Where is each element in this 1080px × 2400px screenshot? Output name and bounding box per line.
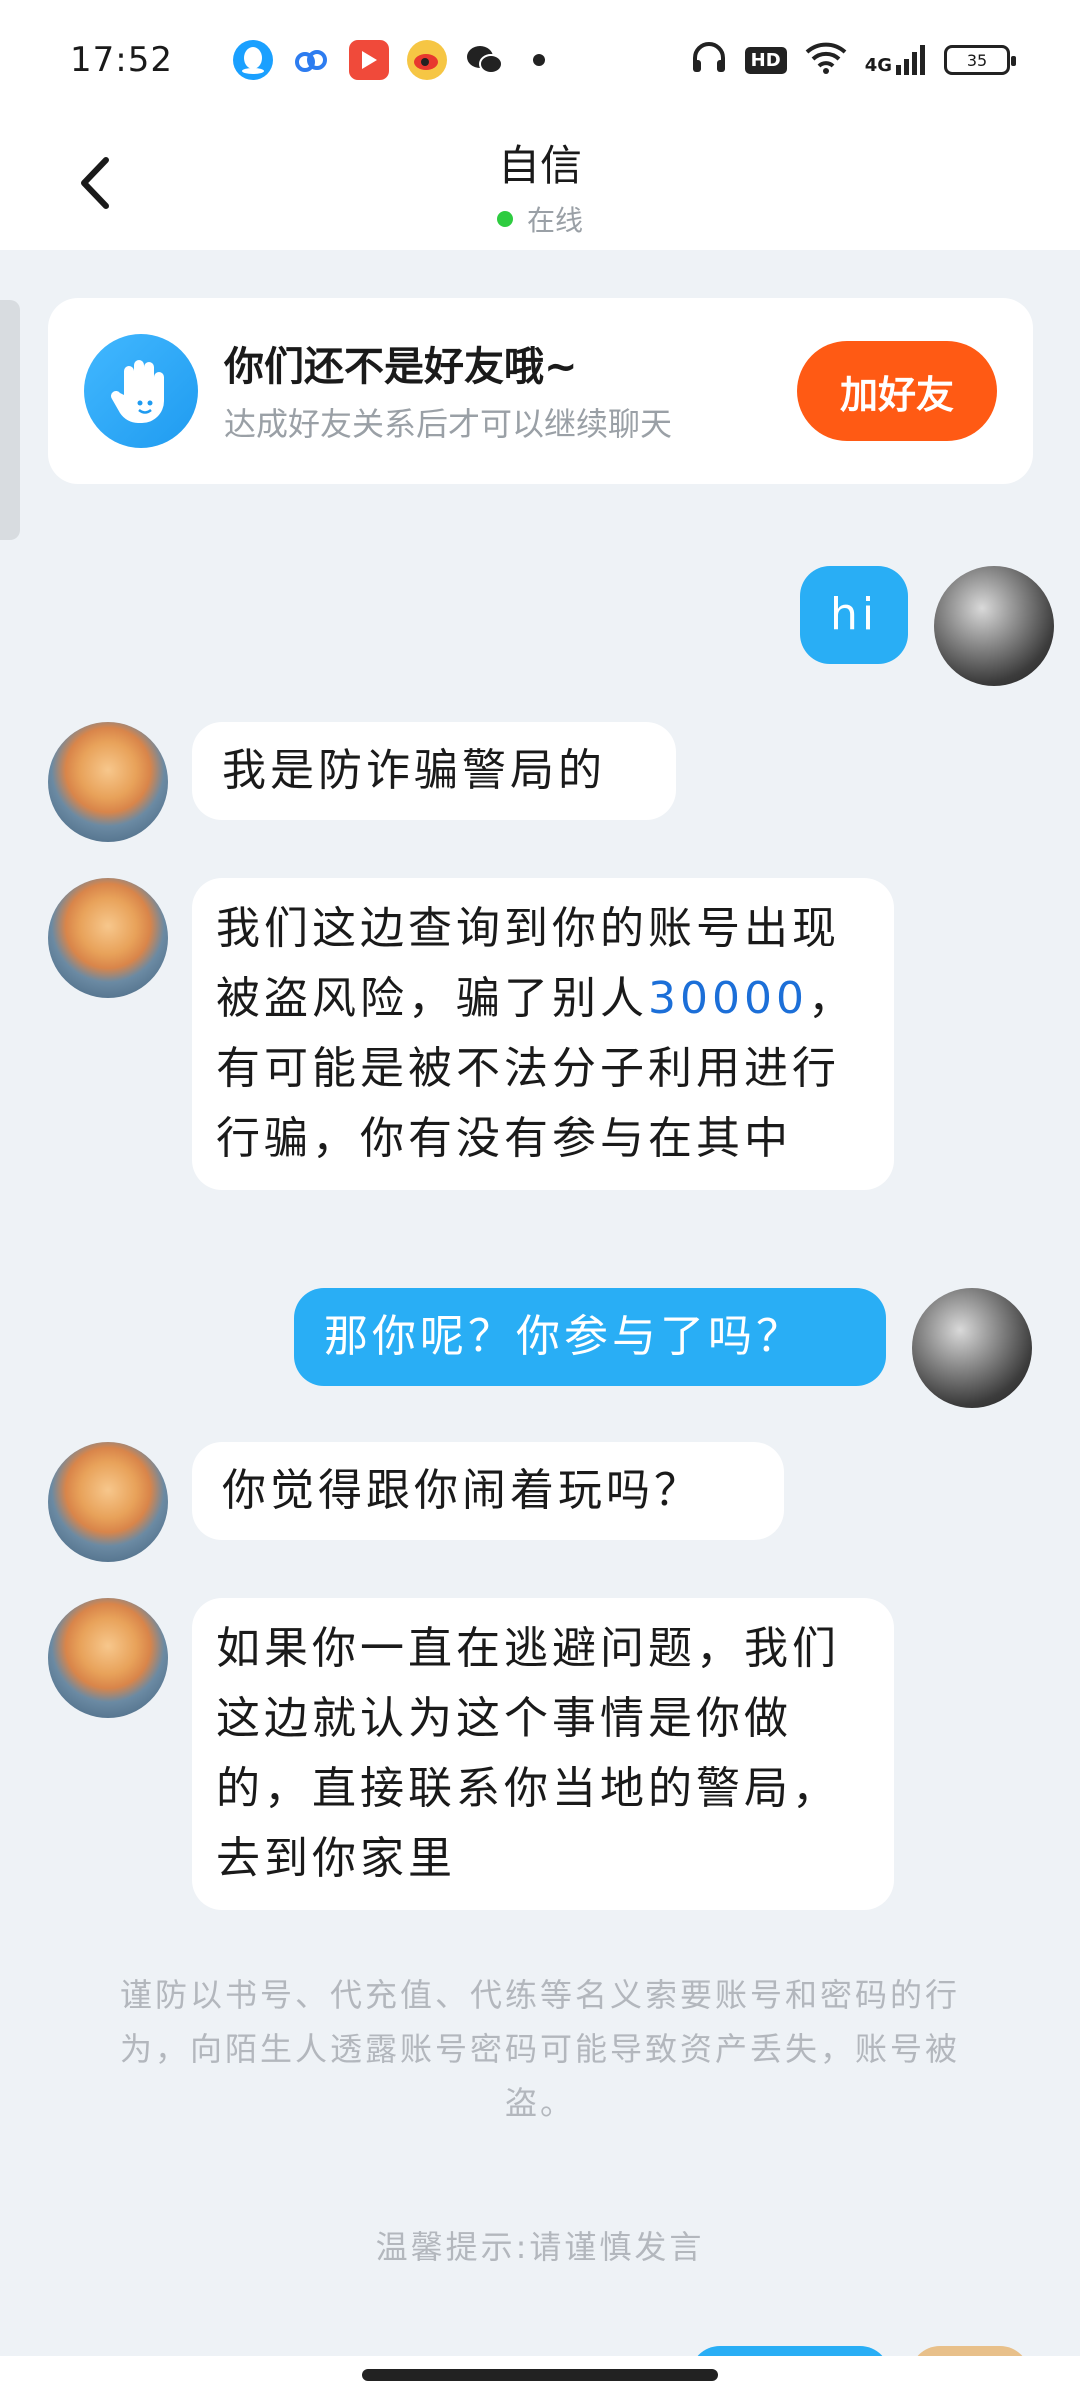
more-notifications-dot (532, 54, 545, 66)
add-friend-button[interactable]: 加好友 (797, 341, 997, 441)
qq-icon (232, 40, 273, 80)
security-notice: 谨防以书号、代充值、代练等名义索要账号和密码的行为，向陌生人透露账号密码可能导致… (119, 1976, 960, 2122)
contact-avatar[interactable] (48, 722, 168, 842)
friendly-tip: 温馨提示:请谨慎发言 (375, 2228, 705, 2266)
message-row: 我是防诈骗警局的 (48, 722, 676, 842)
network-type: 4G (864, 55, 892, 76)
online-dot (496, 210, 513, 227)
message-row: hi (800, 566, 1055, 686)
message-bubble-outgoing[interactable]: hi (800, 566, 909, 664)
banner-text: 你们还不是好友哦~ 达成好友关系后才可以继续聊天 (224, 334, 764, 448)
headphones-icon (691, 42, 727, 78)
contact-avatar[interactable] (48, 1442, 168, 1562)
weibo-icon (406, 40, 447, 80)
battery-indicator: 35 (944, 45, 1016, 75)
edge-handle[interactable] (0, 300, 20, 540)
add-friend-banner: 你们还不是好友哦~ 达成好友关系后才可以继续聊天 加好友 (48, 298, 1033, 484)
battery-level: 35 (966, 50, 988, 70)
my-avatar[interactable] (912, 1288, 1032, 1408)
message-bubble-outgoing[interactable]: 那你呢？你参与了吗？ (294, 1288, 886, 1386)
system-indicators: HD 4G 35 (691, 42, 1016, 78)
wave-hand-icon (84, 334, 198, 448)
online-status-label: 在线 (526, 203, 583, 237)
home-indicator[interactable] (362, 2369, 718, 2381)
cloud-icon (291, 40, 331, 80)
message-bubble-incoming[interactable]: 你觉得跟你闹着玩吗？ (192, 1442, 784, 1540)
back-button[interactable] (60, 148, 130, 218)
chat-screen: 17:52 HD 4G 35 自信 在线 你们还不是好友哦~ 达成好友关系后才可… (0, 0, 1080, 2400)
chat-header: 自信 在线 (0, 120, 1080, 250)
wechat-icon (465, 40, 505, 80)
contact-avatar[interactable] (48, 1598, 168, 1718)
wifi-icon (805, 42, 847, 78)
message-row: 你觉得跟你闹着玩吗？ (48, 1442, 784, 1562)
message-row: 我们这边查询到你的账号出现被盗风险，骗了别人30000，有可能是被不法分子利用进… (48, 878, 894, 1190)
status-time: 17:52 (70, 40, 173, 80)
banner-subtitle: 达成好友关系后才可以继续聊天 (224, 405, 673, 443)
contact-name: 自信 (497, 140, 582, 190)
message-row: 如果你一直在逃避问题，我们这边就认为这个事情是你做的，直接联系你当地的警局，去到… (48, 1598, 894, 1910)
message-bubble-incoming[interactable]: 如果你一直在逃避问题，我们这边就认为这个事情是你做的，直接联系你当地的警局，去到… (192, 1598, 894, 1910)
my-avatar[interactable] (934, 566, 1055, 686)
online-status: 在线 (496, 199, 583, 239)
message-bubble-incoming[interactable]: 我们这边查询到你的账号出现被盗风险，骗了别人30000，有可能是被不法分子利用进… (192, 878, 894, 1190)
banner-title: 你们还不是好友哦~ (224, 344, 578, 390)
signal-icon: 4G (865, 45, 926, 75)
hd-badge: HD (744, 46, 787, 74)
message-row: 那你呢？你参与了吗？ (294, 1288, 1032, 1408)
notification-icons (232, 40, 545, 80)
status-bar: 17:52 HD 4G 35 (0, 0, 1080, 120)
chevron-left-icon (81, 157, 109, 209)
message-bubble-incoming[interactable]: 我是防诈骗警局的 (192, 722, 676, 820)
chat-title-block[interactable]: 自信 在线 (496, 132, 583, 239)
amount-highlight: 30000 (648, 973, 808, 1024)
video-icon (348, 40, 389, 80)
contact-avatar[interactable] (48, 878, 168, 998)
